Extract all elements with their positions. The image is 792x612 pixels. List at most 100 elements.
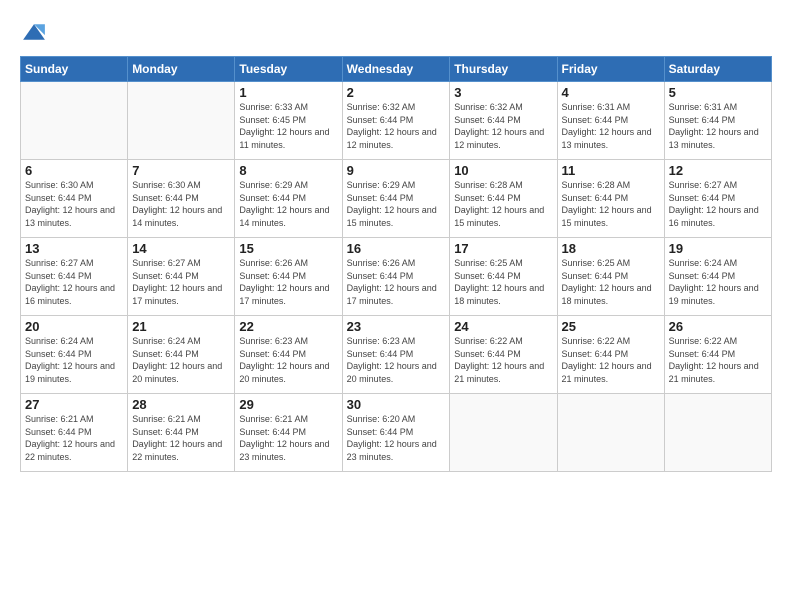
day-info: Sunrise: 6:27 AMSunset: 6:44 PMDaylight:… bbox=[132, 257, 230, 307]
day-info: Sunrise: 6:24 AMSunset: 6:44 PMDaylight:… bbox=[669, 257, 767, 307]
calendar-cell: 3Sunrise: 6:32 AMSunset: 6:44 PMDaylight… bbox=[450, 82, 557, 160]
calendar-cell: 13Sunrise: 6:27 AMSunset: 6:44 PMDayligh… bbox=[21, 238, 128, 316]
calendar-table: SundayMondayTuesdayWednesdayThursdayFrid… bbox=[20, 56, 772, 472]
day-number: 4 bbox=[562, 85, 660, 100]
calendar-cell: 16Sunrise: 6:26 AMSunset: 6:44 PMDayligh… bbox=[342, 238, 450, 316]
calendar-cell: 28Sunrise: 6:21 AMSunset: 6:44 PMDayligh… bbox=[128, 394, 235, 472]
day-info: Sunrise: 6:24 AMSunset: 6:44 PMDaylight:… bbox=[25, 335, 123, 385]
day-info: Sunrise: 6:28 AMSunset: 6:44 PMDaylight:… bbox=[454, 179, 552, 229]
calendar-cell: 12Sunrise: 6:27 AMSunset: 6:44 PMDayligh… bbox=[664, 160, 771, 238]
day-info: Sunrise: 6:25 AMSunset: 6:44 PMDaylight:… bbox=[562, 257, 660, 307]
day-header-tuesday: Tuesday bbox=[235, 57, 342, 82]
day-number: 7 bbox=[132, 163, 230, 178]
day-number: 8 bbox=[239, 163, 337, 178]
day-number: 18 bbox=[562, 241, 660, 256]
day-number: 13 bbox=[25, 241, 123, 256]
calendar-cell: 21Sunrise: 6:24 AMSunset: 6:44 PMDayligh… bbox=[128, 316, 235, 394]
calendar-cell: 22Sunrise: 6:23 AMSunset: 6:44 PMDayligh… bbox=[235, 316, 342, 394]
calendar-cell: 18Sunrise: 6:25 AMSunset: 6:44 PMDayligh… bbox=[557, 238, 664, 316]
calendar-cell: 17Sunrise: 6:25 AMSunset: 6:44 PMDayligh… bbox=[450, 238, 557, 316]
day-number: 14 bbox=[132, 241, 230, 256]
day-info: Sunrise: 6:29 AMSunset: 6:44 PMDaylight:… bbox=[239, 179, 337, 229]
day-number: 1 bbox=[239, 85, 337, 100]
day-info: Sunrise: 6:26 AMSunset: 6:44 PMDaylight:… bbox=[239, 257, 337, 307]
day-header-thursday: Thursday bbox=[450, 57, 557, 82]
calendar-cell bbox=[21, 82, 128, 160]
day-number: 15 bbox=[239, 241, 337, 256]
day-info: Sunrise: 6:26 AMSunset: 6:44 PMDaylight:… bbox=[347, 257, 446, 307]
day-info: Sunrise: 6:29 AMSunset: 6:44 PMDaylight:… bbox=[347, 179, 446, 229]
calendar-cell bbox=[557, 394, 664, 472]
day-header-saturday: Saturday bbox=[664, 57, 771, 82]
day-number: 30 bbox=[347, 397, 446, 412]
day-header-sunday: Sunday bbox=[21, 57, 128, 82]
day-info: Sunrise: 6:22 AMSunset: 6:44 PMDaylight:… bbox=[562, 335, 660, 385]
day-number: 20 bbox=[25, 319, 123, 334]
calendar-cell: 9Sunrise: 6:29 AMSunset: 6:44 PMDaylight… bbox=[342, 160, 450, 238]
page: SundayMondayTuesdayWednesdayThursdayFrid… bbox=[0, 0, 792, 612]
calendar-cell: 14Sunrise: 6:27 AMSunset: 6:44 PMDayligh… bbox=[128, 238, 235, 316]
calendar-cell bbox=[664, 394, 771, 472]
calendar-cell: 15Sunrise: 6:26 AMSunset: 6:44 PMDayligh… bbox=[235, 238, 342, 316]
calendar-cell: 30Sunrise: 6:20 AMSunset: 6:44 PMDayligh… bbox=[342, 394, 450, 472]
day-number: 6 bbox=[25, 163, 123, 178]
calendar-cell: 20Sunrise: 6:24 AMSunset: 6:44 PMDayligh… bbox=[21, 316, 128, 394]
calendar-cell: 7Sunrise: 6:30 AMSunset: 6:44 PMDaylight… bbox=[128, 160, 235, 238]
day-number: 19 bbox=[669, 241, 767, 256]
day-info: Sunrise: 6:32 AMSunset: 6:44 PMDaylight:… bbox=[454, 101, 552, 151]
day-number: 3 bbox=[454, 85, 552, 100]
day-info: Sunrise: 6:23 AMSunset: 6:44 PMDaylight:… bbox=[347, 335, 446, 385]
day-header-wednesday: Wednesday bbox=[342, 57, 450, 82]
calendar-cell: 8Sunrise: 6:29 AMSunset: 6:44 PMDaylight… bbox=[235, 160, 342, 238]
day-info: Sunrise: 6:24 AMSunset: 6:44 PMDaylight:… bbox=[132, 335, 230, 385]
calendar-cell: 23Sunrise: 6:23 AMSunset: 6:44 PMDayligh… bbox=[342, 316, 450, 394]
day-number: 21 bbox=[132, 319, 230, 334]
day-number: 9 bbox=[347, 163, 446, 178]
day-info: Sunrise: 6:22 AMSunset: 6:44 PMDaylight:… bbox=[669, 335, 767, 385]
header bbox=[20, 18, 772, 46]
calendar-cell bbox=[128, 82, 235, 160]
calendar-cell: 29Sunrise: 6:21 AMSunset: 6:44 PMDayligh… bbox=[235, 394, 342, 472]
day-info: Sunrise: 6:30 AMSunset: 6:44 PMDaylight:… bbox=[25, 179, 123, 229]
day-number: 23 bbox=[347, 319, 446, 334]
day-info: Sunrise: 6:25 AMSunset: 6:44 PMDaylight:… bbox=[454, 257, 552, 307]
day-info: Sunrise: 6:31 AMSunset: 6:44 PMDaylight:… bbox=[669, 101, 767, 151]
day-info: Sunrise: 6:21 AMSunset: 6:44 PMDaylight:… bbox=[25, 413, 123, 463]
day-info: Sunrise: 6:32 AMSunset: 6:44 PMDaylight:… bbox=[347, 101, 446, 151]
day-info: Sunrise: 6:30 AMSunset: 6:44 PMDaylight:… bbox=[132, 179, 230, 229]
calendar-cell: 5Sunrise: 6:31 AMSunset: 6:44 PMDaylight… bbox=[664, 82, 771, 160]
calendar-cell: 10Sunrise: 6:28 AMSunset: 6:44 PMDayligh… bbox=[450, 160, 557, 238]
day-header-monday: Monday bbox=[128, 57, 235, 82]
calendar-cell: 19Sunrise: 6:24 AMSunset: 6:44 PMDayligh… bbox=[664, 238, 771, 316]
day-number: 12 bbox=[669, 163, 767, 178]
day-number: 2 bbox=[347, 85, 446, 100]
calendar-cell: 6Sunrise: 6:30 AMSunset: 6:44 PMDaylight… bbox=[21, 160, 128, 238]
day-header-friday: Friday bbox=[557, 57, 664, 82]
calendar-cell: 1Sunrise: 6:33 AMSunset: 6:45 PMDaylight… bbox=[235, 82, 342, 160]
calendar-cell: 27Sunrise: 6:21 AMSunset: 6:44 PMDayligh… bbox=[21, 394, 128, 472]
day-info: Sunrise: 6:27 AMSunset: 6:44 PMDaylight:… bbox=[25, 257, 123, 307]
day-number: 5 bbox=[669, 85, 767, 100]
day-number: 11 bbox=[562, 163, 660, 178]
day-info: Sunrise: 6:28 AMSunset: 6:44 PMDaylight:… bbox=[562, 179, 660, 229]
calendar-cell: 2Sunrise: 6:32 AMSunset: 6:44 PMDaylight… bbox=[342, 82, 450, 160]
day-info: Sunrise: 6:23 AMSunset: 6:44 PMDaylight:… bbox=[239, 335, 337, 385]
calendar-cell: 11Sunrise: 6:28 AMSunset: 6:44 PMDayligh… bbox=[557, 160, 664, 238]
day-number: 29 bbox=[239, 397, 337, 412]
day-info: Sunrise: 6:33 AMSunset: 6:45 PMDaylight:… bbox=[239, 101, 337, 151]
day-number: 16 bbox=[347, 241, 446, 256]
day-info: Sunrise: 6:21 AMSunset: 6:44 PMDaylight:… bbox=[132, 413, 230, 463]
day-info: Sunrise: 6:21 AMSunset: 6:44 PMDaylight:… bbox=[239, 413, 337, 463]
day-info: Sunrise: 6:27 AMSunset: 6:44 PMDaylight:… bbox=[669, 179, 767, 229]
day-info: Sunrise: 6:31 AMSunset: 6:44 PMDaylight:… bbox=[562, 101, 660, 151]
day-number: 17 bbox=[454, 241, 552, 256]
day-number: 10 bbox=[454, 163, 552, 178]
day-number: 26 bbox=[669, 319, 767, 334]
logo-icon bbox=[20, 18, 48, 46]
calendar-cell: 4Sunrise: 6:31 AMSunset: 6:44 PMDaylight… bbox=[557, 82, 664, 160]
day-info: Sunrise: 6:22 AMSunset: 6:44 PMDaylight:… bbox=[454, 335, 552, 385]
day-number: 24 bbox=[454, 319, 552, 334]
calendar-cell bbox=[450, 394, 557, 472]
day-number: 22 bbox=[239, 319, 337, 334]
calendar-cell: 24Sunrise: 6:22 AMSunset: 6:44 PMDayligh… bbox=[450, 316, 557, 394]
